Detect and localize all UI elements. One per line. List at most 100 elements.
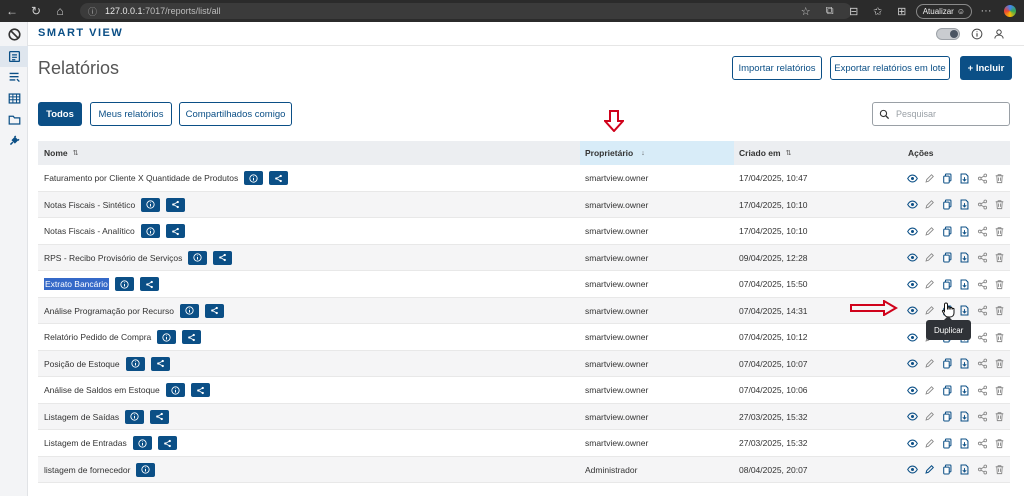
edit-icon[interactable] <box>924 305 936 317</box>
report-info-button[interactable] <box>157 330 177 344</box>
back-icon[interactable]: ← <box>0 0 24 22</box>
report-info-button[interactable] <box>132 436 152 450</box>
delete-icon[interactable] <box>994 331 1006 343</box>
update-browser-button[interactable]: Atualizar ☺ <box>915 3 972 19</box>
export-icon[interactable] <box>959 172 971 184</box>
sidebar-item-tables[interactable] <box>0 88 28 109</box>
app-logo-icon[interactable] <box>0 22 28 46</box>
edit-icon[interactable] <box>924 199 936 211</box>
column-header-owner[interactable]: Proprietário ↓ <box>580 141 734 165</box>
table-row[interactable]: Extrato Bancário smartview.owner 07/04/2… <box>38 271 1010 298</box>
report-share-button[interactable] <box>139 277 159 291</box>
export-icon[interactable] <box>959 278 971 290</box>
reload-icon[interactable]: ↻ <box>24 0 48 22</box>
extensions-icon[interactable]: ⧉ <box>820 2 840 20</box>
report-name[interactable]: Relatório Pedido de Compra <box>44 332 151 342</box>
table-row[interactable]: Listagem de Entradas smartview.owner 27/… <box>38 430 1010 457</box>
edit-icon[interactable] <box>924 278 936 290</box>
info-icon[interactable] <box>970 27 984 41</box>
report-share-button[interactable] <box>157 436 177 450</box>
report-share-button[interactable] <box>150 409 170 424</box>
report-info-button[interactable] <box>165 383 185 397</box>
export-icon[interactable] <box>959 199 971 211</box>
duplicate-icon[interactable] <box>941 437 953 449</box>
view-icon[interactable] <box>906 384 918 396</box>
report-info-button[interactable] <box>125 356 145 371</box>
view-icon[interactable] <box>906 437 918 449</box>
share-icon[interactable] <box>976 464 988 476</box>
delete-icon[interactable] <box>994 278 1006 290</box>
edit-icon[interactable] <box>924 411 936 423</box>
table-row[interactable]: RPS - Recibo Provisório de Serviços smar… <box>38 244 1010 271</box>
share-icon[interactable] <box>976 411 988 423</box>
sidebar-item-analysis[interactable] <box>0 67 28 88</box>
report-name[interactable]: listagem de fornecedor <box>44 465 130 475</box>
edit-icon[interactable] <box>924 358 936 370</box>
delete-icon[interactable] <box>994 384 1006 396</box>
report-info-button[interactable] <box>244 171 264 185</box>
edit-icon[interactable] <box>924 464 936 476</box>
home-icon[interactable]: ⌂ <box>48 0 72 22</box>
column-header-created[interactable]: Criado em ⇅ <box>739 141 791 165</box>
report-share-button[interactable] <box>182 330 202 344</box>
export-icon[interactable] <box>959 305 971 317</box>
export-icon[interactable] <box>959 411 971 423</box>
table-row[interactable]: Análise de Saldos em Estoque smartview.o… <box>38 377 1010 404</box>
search-input[interactable]: Pesquisar <box>872 102 1010 126</box>
sidebar-item-folders[interactable] <box>0 109 28 130</box>
delete-icon[interactable] <box>994 172 1006 184</box>
view-icon[interactable] <box>906 225 918 237</box>
share-icon[interactable] <box>976 278 988 290</box>
table-row[interactable]: Relatório Pedido de Compra smartview.own… <box>38 324 1010 351</box>
duplicate-icon[interactable] <box>941 464 953 476</box>
table-row[interactable]: Notas Fiscais - Sintético smartview.owne… <box>38 191 1010 218</box>
report-name[interactable]: Listagem de Saídas <box>44 412 119 422</box>
report-name[interactable]: Faturamento por Cliente X Quantidade de … <box>44 173 238 183</box>
duplicate-icon[interactable] <box>941 358 953 370</box>
report-name[interactable]: Listagem de Entradas <box>44 438 127 448</box>
share-icon[interactable] <box>976 437 988 449</box>
duplicate-icon[interactable] <box>941 384 953 396</box>
share-icon[interactable] <box>976 305 988 317</box>
edit-icon[interactable] <box>924 172 936 184</box>
view-icon[interactable] <box>906 331 918 343</box>
share-icon[interactable] <box>976 172 988 184</box>
report-info-button[interactable] <box>140 224 160 238</box>
report-info-button[interactable] <box>141 197 161 212</box>
edit-icon[interactable] <box>924 225 936 237</box>
share-icon[interactable] <box>976 252 988 264</box>
add-report-button[interactable]: + Incluir <box>960 56 1012 80</box>
column-header-name[interactable]: Nome ⇅ <box>44 141 79 165</box>
table-row[interactable]: Faturamento por Cliente X Quantidade de … <box>38 165 1010 192</box>
site-info-icon[interactable]: ⓘ <box>88 5 97 18</box>
sidebar-item-connections[interactable] <box>0 130 28 151</box>
duplicate-icon[interactable] <box>941 225 953 237</box>
user-icon[interactable] <box>992 27 1006 41</box>
filter-shared-button[interactable]: Compartilhados comigo <box>179 102 292 126</box>
view-icon[interactable] <box>906 252 918 264</box>
report-share-button[interactable] <box>269 171 289 185</box>
table-row[interactable]: listagem de fornecedor Administrador 08/… <box>38 456 1010 483</box>
edit-icon[interactable] <box>924 384 936 396</box>
view-icon[interactable] <box>906 305 918 317</box>
sidebar-item-reports[interactable] <box>0 46 28 67</box>
table-row[interactable]: Notas Fiscais - Analítico smartview.owne… <box>38 218 1010 245</box>
export-icon[interactable] <box>959 464 971 476</box>
theme-toggle[interactable] <box>936 28 960 40</box>
report-name[interactable]: Análise Programação por Recurso <box>44 306 174 316</box>
report-name[interactable]: Posição de Estoque <box>44 359 120 369</box>
share-icon[interactable] <box>976 358 988 370</box>
edit-icon[interactable] <box>924 437 936 449</box>
report-name[interactable]: Extrato Bancário <box>44 278 109 290</box>
copilot-icon[interactable] <box>1000 2 1020 20</box>
view-icon[interactable] <box>906 411 918 423</box>
duplicate-icon[interactable] <box>941 411 953 423</box>
share-icon[interactable] <box>976 199 988 211</box>
export-icon[interactable] <box>959 437 971 449</box>
report-share-button[interactable] <box>166 197 186 212</box>
filter-all-button[interactable]: Todos <box>38 102 82 126</box>
delete-icon[interactable] <box>994 437 1006 449</box>
export-icon[interactable] <box>959 384 971 396</box>
favorite-icon[interactable]: ☆ <box>796 2 816 20</box>
report-share-button[interactable] <box>213 250 233 265</box>
